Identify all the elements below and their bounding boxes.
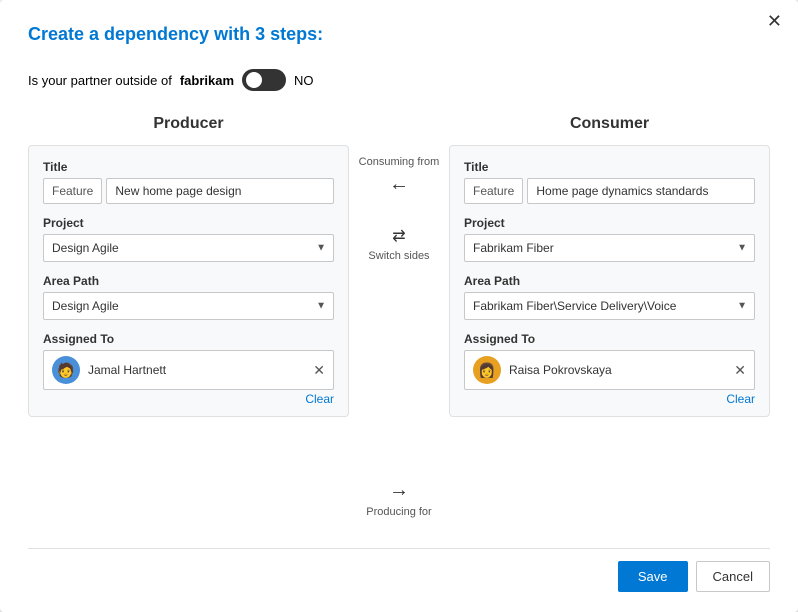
- consumer-form-card: Title Feature Project Fabrikam Fiber ▼: [449, 145, 770, 417]
- producer-assigned-field: Assigned To 🧑 Jamal Hartnett ✕ Clear: [43, 332, 334, 406]
- consumer-project-field: Project Fabrikam Fiber ▼: [464, 216, 755, 262]
- consuming-arrow-section: Consuming from ←: [359, 155, 440, 196]
- producer-assigned-name: Jamal Hartnett: [88, 363, 305, 377]
- consumer-area-label: Area Path: [464, 274, 755, 288]
- main-content: Producer Title Feature Project Design Ag…: [28, 115, 770, 528]
- left-arrow-icon: ←: [389, 173, 409, 196]
- consumer-area-field: Area Path Fabrikam Fiber\Service Deliver…: [464, 274, 755, 320]
- consuming-label: Consuming from: [359, 155, 440, 169]
- partner-name-label: fabrikam: [180, 73, 234, 88]
- producer-project-select[interactable]: Design Agile: [43, 234, 334, 262]
- producer-title-input[interactable]: [106, 178, 334, 204]
- producer-clear-link[interactable]: Clear: [43, 392, 334, 406]
- producer-side: Producer Title Feature Project Design Ag…: [28, 115, 349, 528]
- producer-title-field: Title Feature: [43, 160, 334, 204]
- producing-arrow-section: → Producing for: [366, 479, 431, 518]
- partner-toggle[interactable]: [242, 69, 286, 91]
- consumer-project-label: Project: [464, 216, 755, 230]
- consumer-title: Consumer: [449, 115, 770, 133]
- consumer-type-badge: Feature: [464, 178, 523, 204]
- producer-assigned-label: Assigned To: [43, 332, 334, 346]
- close-button[interactable]: ✕: [767, 12, 782, 30]
- middle-section: Consuming from ← ⇄ Switch sides → Produc…: [349, 115, 449, 528]
- switch-icon: ⇄: [392, 226, 405, 246]
- switch-label: Switch sides: [368, 250, 429, 262]
- consumer-title-field: Title Feature: [464, 160, 755, 204]
- consumer-assigned-label: Assigned To: [464, 332, 755, 346]
- consumer-side: Consumer Title Feature Project Fabrikam …: [449, 115, 770, 528]
- dialog-title: Create a dependency with 3 steps:: [28, 24, 770, 45]
- producer-area-field: Area Path Design Agile ▼: [43, 274, 334, 320]
- producer-clear-x-button[interactable]: ✕: [313, 362, 325, 379]
- switch-section[interactable]: ⇄ Switch sides: [368, 226, 429, 262]
- consumer-avatar: 👩: [473, 356, 501, 384]
- consumer-area-select[interactable]: Fabrikam Fiber\Service Delivery\Voice: [464, 292, 755, 320]
- producer-title-label: Title: [43, 160, 334, 174]
- consumer-title-input[interactable]: [527, 178, 755, 204]
- producer-project-label: Project: [43, 216, 334, 230]
- consumer-clear-link[interactable]: Clear: [464, 392, 755, 406]
- producer-assigned-box: 🧑 Jamal Hartnett ✕: [43, 350, 334, 390]
- producer-type-badge: Feature: [43, 178, 102, 204]
- consumer-title-label: Title: [464, 160, 755, 174]
- producer-area-select[interactable]: Design Agile: [43, 292, 334, 320]
- toggle-knob: [246, 72, 262, 88]
- producing-label: Producing for: [366, 506, 431, 518]
- producer-area-label: Area Path: [43, 274, 334, 288]
- producer-form-card: Title Feature Project Design Agile ▼: [28, 145, 349, 417]
- toggle-state-label: NO: [294, 73, 314, 88]
- producer-title: Producer: [28, 115, 349, 133]
- producer-project-field: Project Design Agile ▼: [43, 216, 334, 262]
- partner-row: Is your partner outside of fabrikam NO: [28, 69, 770, 91]
- save-button[interactable]: Save: [618, 561, 688, 592]
- dialog-footer: Save Cancel: [28, 548, 770, 592]
- consumer-assigned-name: Raisa Pokrovskaya: [509, 363, 726, 377]
- partner-question-label: Is your partner outside of: [28, 73, 172, 88]
- right-arrow-icon: →: [389, 479, 409, 502]
- consumer-clear-x-button[interactable]: ✕: [734, 362, 746, 379]
- create-dependency-dialog: ✕ Create a dependency with 3 steps: Is y…: [0, 0, 798, 612]
- consumer-project-select[interactable]: Fabrikam Fiber: [464, 234, 755, 262]
- consumer-assigned-field: Assigned To 👩 Raisa Pokrovskaya ✕ Clear: [464, 332, 755, 406]
- consumer-assigned-box: 👩 Raisa Pokrovskaya ✕: [464, 350, 755, 390]
- cancel-button[interactable]: Cancel: [696, 561, 770, 592]
- producer-avatar: 🧑: [52, 356, 80, 384]
